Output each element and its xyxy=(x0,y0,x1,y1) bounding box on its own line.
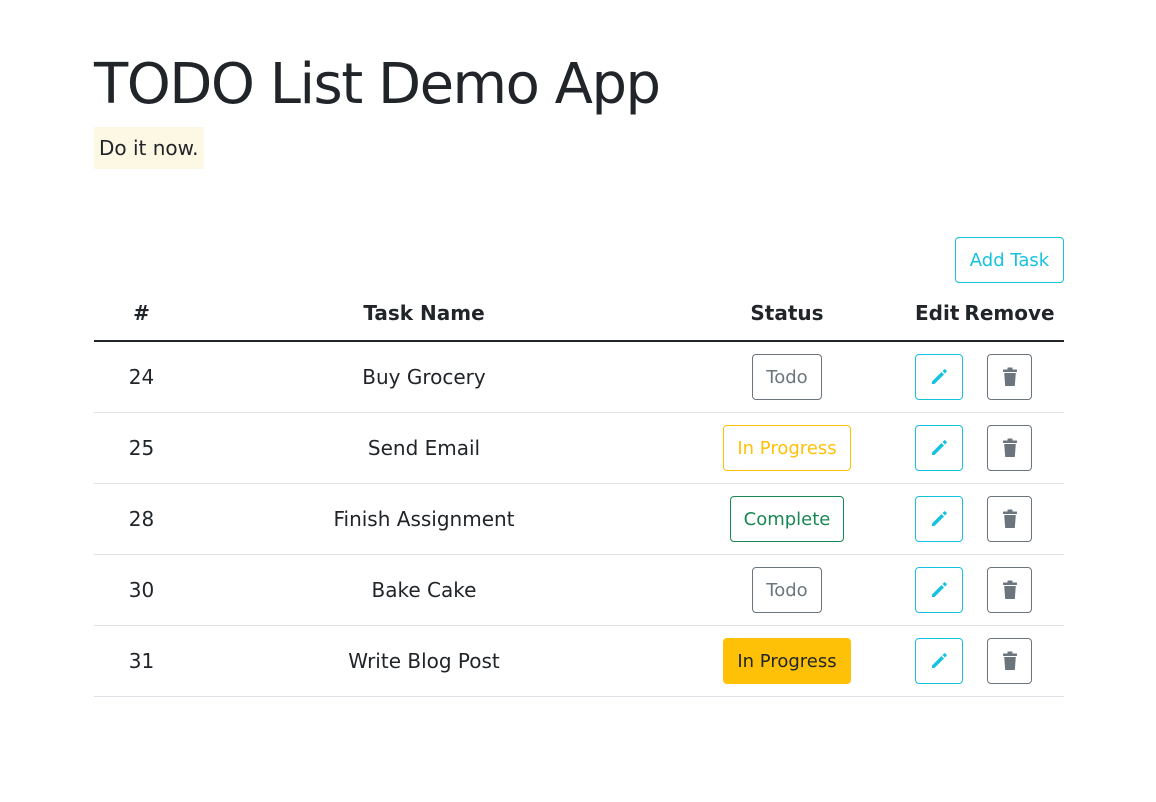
task-name: Write Blog Post xyxy=(189,625,659,697)
status-badge[interactable]: Todo xyxy=(752,354,822,400)
status-cell: Todo xyxy=(659,554,915,626)
edit-button[interactable] xyxy=(915,425,963,471)
pencil-icon xyxy=(929,651,949,671)
edit-button[interactable] xyxy=(915,567,963,613)
edit-cell xyxy=(915,625,963,697)
task-id: 28 xyxy=(94,483,189,555)
remove-button[interactable] xyxy=(987,354,1032,400)
remove-cell xyxy=(955,341,1064,413)
task-name: Finish Assignment xyxy=(189,483,659,555)
edit-cell xyxy=(915,554,963,626)
table-row: 28 Finish Assignment Complete xyxy=(94,483,1064,555)
table-row: 30 Bake Cake Todo xyxy=(94,554,1064,626)
column-header-status: Status xyxy=(659,286,915,342)
table-row: 24 Buy Grocery Todo xyxy=(94,341,1064,413)
status-cell: Complete xyxy=(659,483,915,555)
status-cell: In Progress xyxy=(659,625,915,697)
pencil-icon xyxy=(929,580,949,600)
add-task-button[interactable]: Add Task xyxy=(955,237,1064,283)
edit-button[interactable] xyxy=(915,638,963,684)
trash-icon xyxy=(1002,651,1018,671)
status-cell: Todo xyxy=(659,341,915,413)
trash-icon xyxy=(1002,367,1018,387)
task-id: 30 xyxy=(94,554,189,626)
remove-button[interactable] xyxy=(987,638,1032,684)
page-title: TODO List Demo App xyxy=(94,52,661,117)
edit-button[interactable] xyxy=(915,496,963,542)
task-table: # Task Name Status Edit Remove 24 Buy Gr… xyxy=(94,286,1064,697)
edit-cell xyxy=(915,341,963,413)
remove-cell xyxy=(955,412,1064,484)
status-badge[interactable]: Todo xyxy=(752,567,822,613)
remove-button[interactable] xyxy=(987,496,1032,542)
task-name: Buy Grocery xyxy=(189,341,659,413)
pencil-icon xyxy=(929,367,949,387)
task-id: 25 xyxy=(94,412,189,484)
pencil-icon xyxy=(929,438,949,458)
task-name: Send Email xyxy=(189,412,659,484)
remove-cell xyxy=(955,625,1064,697)
status-badge[interactable]: In Progress xyxy=(723,425,851,471)
remove-cell xyxy=(955,483,1064,555)
tagline: Do it now. xyxy=(94,127,204,169)
status-badge[interactable]: In Progress xyxy=(723,638,851,684)
pencil-icon xyxy=(929,509,949,529)
edit-cell xyxy=(915,483,963,555)
edit-button[interactable] xyxy=(915,354,963,400)
task-name: Bake Cake xyxy=(189,554,659,626)
table-row: 25 Send Email In Progress xyxy=(94,412,1064,484)
column-header-remove: Remove xyxy=(955,286,1064,342)
edit-cell xyxy=(915,412,963,484)
remove-button[interactable] xyxy=(987,425,1032,471)
status-badge[interactable]: Complete xyxy=(729,496,845,542)
table-header-row: # Task Name Status Edit Remove xyxy=(94,286,1064,342)
column-header-task-name: Task Name xyxy=(189,286,659,342)
trash-icon xyxy=(1002,509,1018,529)
remove-button[interactable] xyxy=(987,567,1032,613)
trash-icon xyxy=(1002,580,1018,600)
remove-cell xyxy=(955,554,1064,626)
status-cell: In Progress xyxy=(659,412,915,484)
column-header-edit: Edit xyxy=(915,286,959,342)
trash-icon xyxy=(1002,438,1018,458)
task-id: 24 xyxy=(94,341,189,413)
task-id: 31 xyxy=(94,625,189,697)
table-row: 31 Write Blog Post In Progress xyxy=(94,625,1064,697)
column-header-id: # xyxy=(94,286,189,342)
